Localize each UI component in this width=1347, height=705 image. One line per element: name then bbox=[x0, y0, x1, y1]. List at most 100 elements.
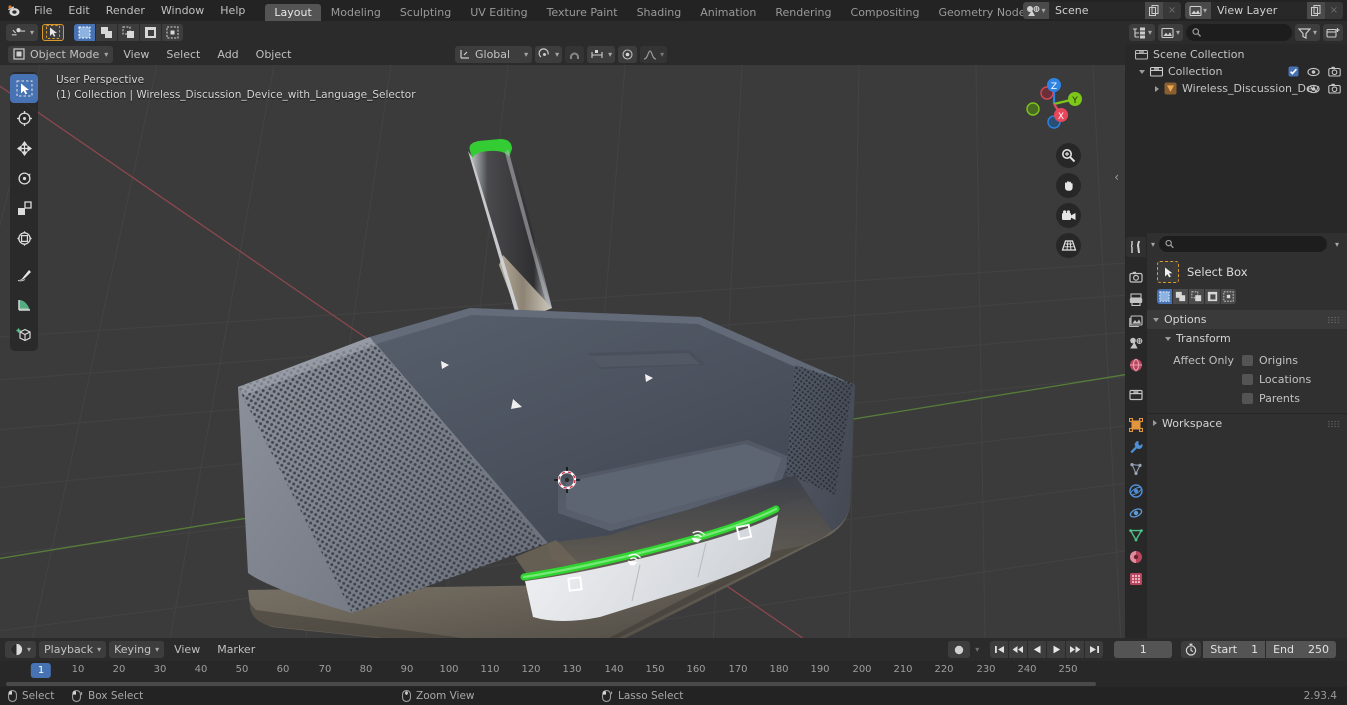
blender-logo-icon[interactable] bbox=[0, 0, 26, 21]
tool-select-box[interactable] bbox=[10, 74, 38, 103]
tab-shading[interactable]: Shading bbox=[628, 4, 691, 21]
select-mode-invert[interactable] bbox=[140, 23, 162, 41]
pan-view-icon[interactable] bbox=[1056, 173, 1081, 198]
tool-annotate[interactable] bbox=[10, 260, 38, 289]
viewport-menu-view[interactable]: View bbox=[116, 46, 156, 63]
jump-to-start-icon[interactable] bbox=[990, 641, 1009, 658]
properties-tab-texture[interactable] bbox=[1126, 569, 1146, 589]
collection-checkbox[interactable] bbox=[1288, 66, 1299, 77]
properties-tab-world[interactable] bbox=[1126, 355, 1146, 375]
tool-scale[interactable] bbox=[10, 194, 38, 223]
timeline-ruler[interactable]: 10 20 30 40 50 60 70 80 90 100 110 120 1… bbox=[0, 661, 1347, 681]
menu-help[interactable]: Help bbox=[212, 0, 253, 21]
properties-tab-modifiers[interactable] bbox=[1126, 437, 1146, 457]
panel-options-header[interactable]: Options bbox=[1147, 310, 1347, 329]
jump-to-prev-keyframe-icon[interactable] bbox=[1009, 641, 1028, 658]
use-preview-range-icon[interactable] bbox=[1181, 641, 1202, 658]
zoom-view-icon[interactable] bbox=[1056, 143, 1081, 168]
tab-modeling[interactable]: Modeling bbox=[322, 4, 390, 21]
jump-to-next-keyframe-icon[interactable] bbox=[1066, 641, 1085, 658]
jump-to-end-icon[interactable] bbox=[1085, 641, 1104, 658]
properties-tab-tool[interactable] bbox=[1126, 237, 1146, 257]
properties-tab-particles[interactable] bbox=[1126, 459, 1146, 479]
new-scene-button[interactable] bbox=[1145, 2, 1163, 19]
camera-icon[interactable] bbox=[1328, 66, 1341, 77]
toggle-perspective-icon[interactable] bbox=[1056, 233, 1081, 258]
select-mode-extend[interactable] bbox=[1173, 289, 1188, 304]
auto-keying-icon[interactable] bbox=[948, 641, 971, 658]
panel-workspace-header[interactable]: Workspace bbox=[1147, 413, 1347, 432]
select-box-icon[interactable] bbox=[1157, 261, 1179, 283]
properties-tab-output[interactable] bbox=[1126, 289, 1146, 309]
viewport-menu-add[interactable]: Add bbox=[210, 46, 245, 63]
filter-icon[interactable]: ▾ bbox=[1294, 24, 1320, 41]
chevron-down-icon[interactable] bbox=[1139, 69, 1145, 74]
tab-animation[interactable]: Animation bbox=[691, 4, 765, 21]
snap-increment-icon[interactable]: ▾ bbox=[587, 45, 616, 63]
view-layer-icon[interactable]: ▾ bbox=[1185, 2, 1211, 19]
outliner-search-field[interactable] bbox=[1205, 27, 1286, 38]
timeline-playhead[interactable]: 1 bbox=[30, 663, 52, 678]
camera-view-icon[interactable] bbox=[1056, 203, 1081, 228]
3d-viewport[interactable]: User Perspective (1) Collection | Wirele… bbox=[0, 65, 1125, 638]
eye-icon[interactable] bbox=[1307, 84, 1320, 94]
properties-editor-type-icon[interactable]: ▾ bbox=[1151, 240, 1155, 249]
camera-icon[interactable] bbox=[1328, 83, 1341, 94]
snap-magnet-icon[interactable] bbox=[565, 45, 585, 63]
menu-edit[interactable]: Edit bbox=[60, 0, 97, 21]
viewport-menu-select[interactable]: Select bbox=[159, 46, 207, 63]
origins-checkbox[interactable] bbox=[1242, 355, 1253, 366]
play-reverse-icon[interactable] bbox=[1028, 641, 1047, 658]
scene-name[interactable]: Scene bbox=[1049, 2, 1145, 19]
properties-tab-material[interactable] bbox=[1126, 547, 1146, 567]
object-mode-selector[interactable]: Object Mode ▾ bbox=[8, 45, 114, 63]
properties-tab-physics[interactable] bbox=[1126, 481, 1146, 501]
tab-sculpting[interactable]: Sculpting bbox=[391, 4, 460, 21]
view-layer-selector[interactable]: ▾ View Layer × bbox=[1185, 2, 1343, 19]
tab-uv-editing[interactable]: UV Editing bbox=[461, 4, 536, 21]
remove-view-layer-button[interactable]: × bbox=[1325, 2, 1343, 19]
tool-transform[interactable] bbox=[10, 224, 38, 253]
view-layer-name[interactable]: View Layer bbox=[1211, 2, 1307, 19]
tool-rotate[interactable] bbox=[10, 164, 38, 193]
proportional-editing-icon[interactable] bbox=[618, 45, 638, 63]
panel-transform-header[interactable]: Transform bbox=[1147, 329, 1347, 348]
outliner-search-input[interactable] bbox=[1186, 24, 1292, 41]
falloff-curve-icon[interactable]: ▾ bbox=[640, 45, 668, 63]
select-mode-invert[interactable] bbox=[1205, 289, 1220, 304]
new-collection-icon[interactable] bbox=[1323, 24, 1343, 41]
frame-start-field[interactable]: Start 1 bbox=[1203, 641, 1266, 658]
outliner-display-mode-icon[interactable]: ▾ bbox=[1129, 24, 1156, 41]
tool-cursor[interactable] bbox=[10, 104, 38, 133]
tab-compositing[interactable]: Compositing bbox=[842, 4, 929, 21]
select-mode-set[interactable] bbox=[74, 23, 96, 41]
playback-menu[interactable]: Playback ▾ bbox=[39, 641, 107, 658]
tool-add-cube[interactable] bbox=[10, 320, 38, 349]
parents-checkbox[interactable] bbox=[1242, 393, 1253, 404]
navigation-gizmo[interactable]: Z Y X bbox=[1023, 73, 1085, 135]
tab-rendering[interactable]: Rendering bbox=[766, 4, 840, 21]
select-mode-subtract[interactable] bbox=[1189, 289, 1204, 304]
snap-falloff-icon[interactable]: ▾ bbox=[6, 23, 39, 41]
select-mode-intersect[interactable] bbox=[162, 23, 184, 41]
properties-tab-view-layer[interactable] bbox=[1126, 311, 1146, 331]
properties-search-input[interactable] bbox=[1159, 236, 1327, 252]
active-tool-select-box-icon[interactable] bbox=[42, 23, 65, 41]
menu-render[interactable]: Render bbox=[98, 0, 153, 21]
tool-measure[interactable] bbox=[10, 290, 38, 319]
properties-tab-object[interactable] bbox=[1126, 415, 1146, 435]
outliner-row-object[interactable]: Wireless_Discussion_Dev bbox=[1125, 80, 1347, 97]
outliner-id-type-icon[interactable]: ▾ bbox=[1158, 24, 1184, 41]
outliner-row-collection[interactable]: Collection bbox=[1125, 63, 1347, 80]
transform-orientation-selector[interactable]: Global ▾ bbox=[455, 45, 533, 63]
select-mode-subtract[interactable] bbox=[118, 23, 140, 41]
properties-tab-data[interactable] bbox=[1126, 525, 1146, 545]
properties-search-field[interactable] bbox=[1178, 238, 1321, 250]
new-view-layer-button[interactable] bbox=[1307, 2, 1325, 19]
timeline-menu-marker[interactable]: Marker bbox=[210, 641, 262, 658]
select-mode-extend[interactable] bbox=[96, 23, 118, 41]
pivot-point-icon[interactable]: ▾ bbox=[535, 45, 563, 63]
properties-tab-constraints[interactable] bbox=[1126, 503, 1146, 523]
select-mode-set[interactable] bbox=[1157, 289, 1172, 304]
menu-window[interactable]: Window bbox=[153, 0, 212, 21]
